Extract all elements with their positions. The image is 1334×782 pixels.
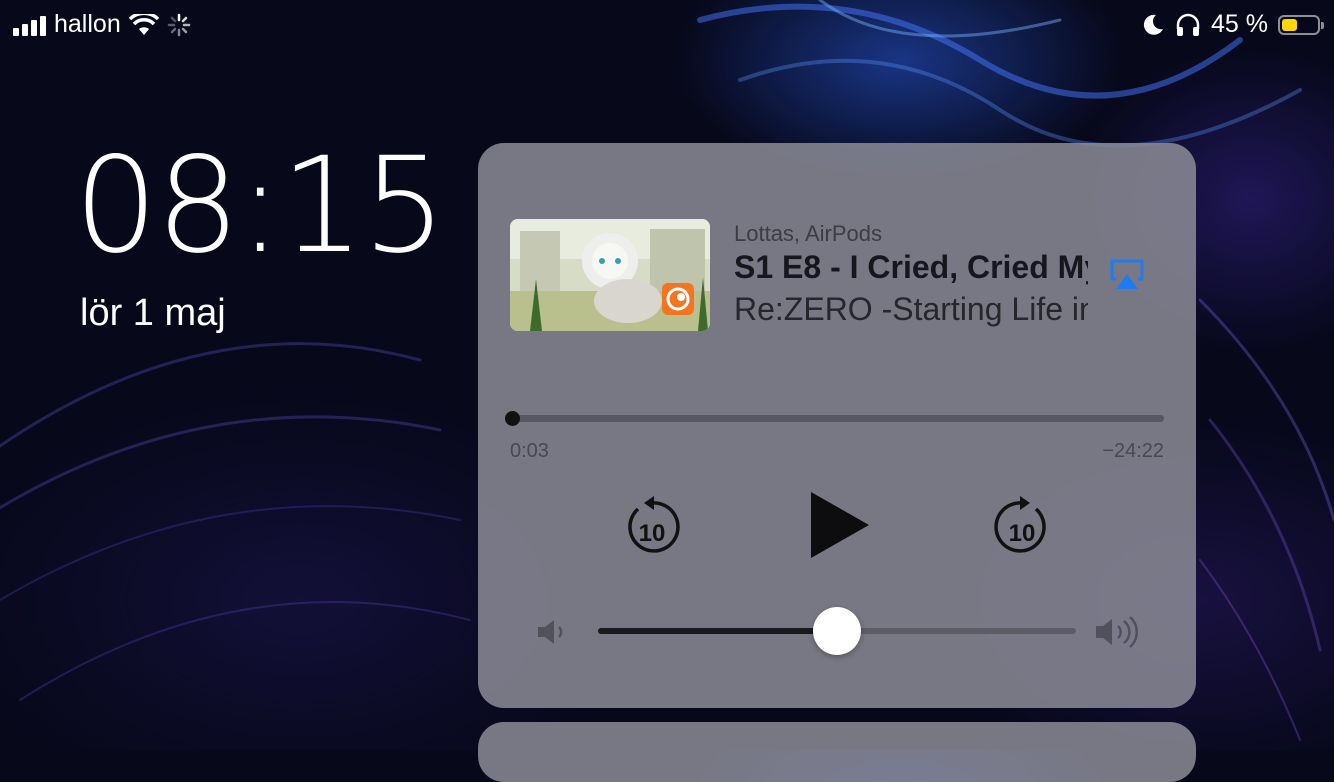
crunchyroll-icon	[662, 283, 694, 315]
lock-screen-time: 08:15	[74, 129, 446, 283]
elapsed-time: 0:03	[510, 440, 549, 462]
play-icon	[811, 492, 869, 558]
battery-icon	[1278, 14, 1324, 35]
airplay-icon[interactable]	[1108, 255, 1146, 293]
skip-back-button[interactable]: 10	[624, 495, 680, 562]
status-bar: hallon 45 %	[0, 0, 1334, 48]
battery-fill	[1282, 18, 1298, 31]
skip-forward-button[interactable]: 10	[994, 495, 1050, 562]
volume-high-icon	[1096, 616, 1139, 648]
now-playing-widget[interactable]: Lottas, AirPods S1 E8 - I Cried, Cried M…	[478, 143, 1196, 708]
lock-screen-date: lör 1 maj	[80, 292, 226, 334]
series-title: Re:ZERO -Starting Life in Another World-	[734, 291, 1088, 327]
episode-artwork[interactable]	[510, 219, 710, 331]
remaining-time: −24:22	[1102, 440, 1164, 462]
cellular-signal-icon	[13, 14, 46, 36]
battery-percentage: 45 %	[1211, 10, 1268, 38]
play-button[interactable]	[808, 489, 872, 566]
activity-spinner-icon	[167, 13, 190, 36]
volume-knob[interactable]	[813, 607, 861, 655]
volume-level	[598, 628, 837, 634]
volume-slider[interactable]	[598, 607, 1076, 655]
moon-icon	[1143, 14, 1164, 35]
volume-low-icon	[538, 620, 563, 644]
notification-card[interactable]	[478, 722, 1196, 782]
playback-scrubber[interactable]	[505, 411, 1164, 426]
output-route-label: Lottas, AirPods	[734, 221, 882, 246]
episode-title: S1 E8 - I Cried, Cried My Voice Hoarse	[734, 249, 1088, 285]
headphones-icon	[1176, 13, 1200, 36]
scrubber-knob[interactable]	[505, 411, 521, 426]
skip-forward-label: 10	[1009, 520, 1036, 547]
wifi-icon	[128, 13, 159, 35]
carrier-name: hallon	[54, 10, 121, 38]
skip-back-label: 10	[639, 520, 666, 547]
